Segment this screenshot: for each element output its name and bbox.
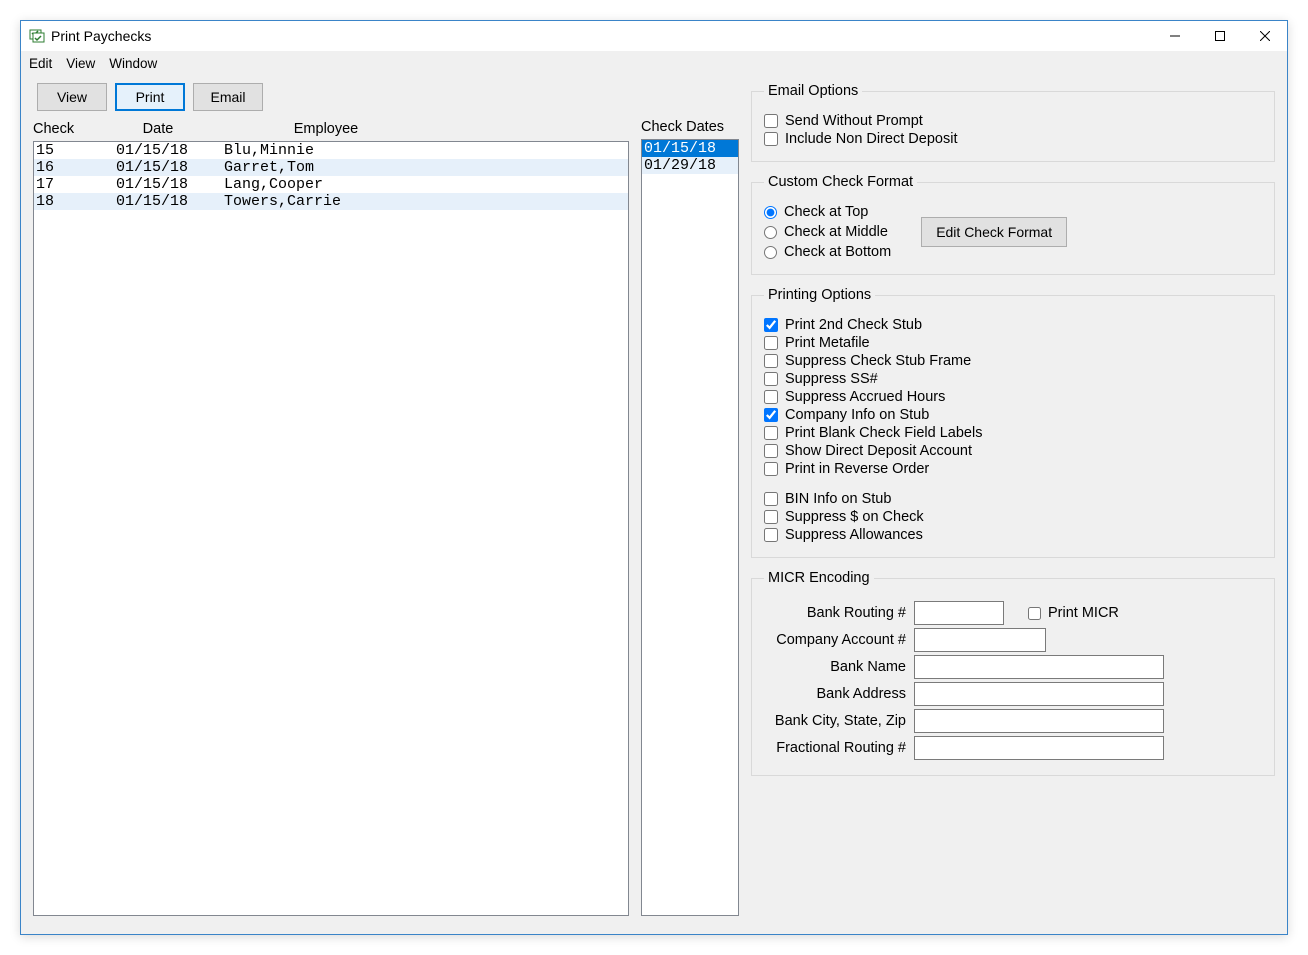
suppress-allowances-label: Suppress Allowances — [785, 527, 923, 543]
header-employee: Employee — [203, 121, 629, 137]
show-dd-account-label: Show Direct Deposit Account — [785, 443, 972, 459]
bin-info-checkbox[interactable] — [764, 492, 778, 506]
print-metafile-checkbox[interactable] — [764, 336, 778, 350]
close-button[interactable] — [1242, 21, 1287, 51]
list-item[interactable]: 01/29/18 — [642, 157, 738, 174]
check-at-bottom-radio[interactable] — [764, 246, 777, 259]
micr-encoding-group: MICR Encoding Bank Routing # Print MICR … — [751, 570, 1275, 776]
bank-name-label: Bank Name — [764, 659, 906, 675]
email-options-group: Email Options Send Without Prompt Includ… — [751, 83, 1275, 162]
bank-address-input[interactable] — [914, 682, 1164, 706]
table-row[interactable]: 1501/15/18 Blu,Minnie — [34, 142, 628, 159]
app-window: Print Paychecks Edit View Window View Pr… — [20, 20, 1288, 935]
menu-window[interactable]: Window — [109, 56, 157, 71]
send-without-prompt-label: Send Without Prompt — [785, 113, 923, 129]
bank-address-label: Bank Address — [764, 686, 906, 702]
print-2nd-stub-label: Print 2nd Check Stub — [785, 317, 922, 333]
check-listbox[interactable]: 1501/15/18 Blu,Minnie1601/15/18 Garret,T… — [33, 141, 629, 916]
app-icon — [29, 28, 45, 44]
company-account-input[interactable] — [914, 628, 1046, 652]
fractional-routing-input[interactable] — [914, 736, 1164, 760]
edit-check-format-button[interactable]: Edit Check Format — [921, 217, 1067, 247]
view-button[interactable]: View — [37, 83, 107, 111]
left-column: View Print Email Check Date Employee 150… — [33, 83, 629, 916]
check-list-header: Check Date Employee — [33, 121, 629, 137]
suppress-accrued-label: Suppress Accrued Hours — [785, 389, 945, 405]
suppress-frame-checkbox[interactable] — [764, 354, 778, 368]
window-controls — [1152, 21, 1287, 51]
print-micr-label: Print MICR — [1048, 605, 1119, 621]
print-button[interactable]: Print — [115, 83, 185, 111]
list-item[interactable]: 01/15/18 — [642, 140, 738, 157]
printing-options-group: Printing Options Print 2nd Check Stub Pr… — [751, 287, 1275, 558]
company-account-label: Company Account # — [764, 632, 906, 648]
window-title: Print Paychecks — [51, 28, 1152, 44]
bank-routing-label: Bank Routing # — [764, 605, 906, 621]
email-options-legend: Email Options — [764, 83, 862, 99]
middle-column: Check Dates 01/15/1801/29/18 — [641, 83, 739, 916]
include-non-dd-checkbox[interactable] — [764, 132, 778, 146]
suppress-allowances-checkbox[interactable] — [764, 528, 778, 542]
check-at-middle-radio[interactable] — [764, 226, 777, 239]
check-at-top-label: Check at Top — [784, 204, 868, 220]
bank-csz-label: Bank City, State, Zip — [764, 713, 906, 729]
print-metafile-label: Print Metafile — [785, 335, 870, 351]
table-row[interactable]: 1701/15/18 Lang,Cooper — [34, 176, 628, 193]
custom-check-format-group: Custom Check Format Check at Top Check a… — [751, 174, 1275, 275]
bin-info-label: BIN Info on Stub — [785, 491, 891, 507]
content-area: View Print Email Check Date Employee 150… — [21, 75, 1287, 934]
table-row[interactable]: 1601/15/18 Garret,Tom — [34, 159, 628, 176]
titlebar: Print Paychecks — [21, 21, 1287, 51]
suppress-dollar-checkbox[interactable] — [764, 510, 778, 524]
micr-encoding-legend: MICR Encoding — [764, 570, 874, 586]
minimize-button[interactable] — [1152, 21, 1197, 51]
print-micr-checkbox[interactable] — [1028, 607, 1041, 620]
reverse-order-checkbox[interactable] — [764, 462, 778, 476]
suppress-frame-label: Suppress Check Stub Frame — [785, 353, 971, 369]
custom-check-format-legend: Custom Check Format — [764, 174, 917, 190]
header-date: Date — [113, 121, 203, 137]
header-check: Check — [33, 121, 113, 137]
menu-edit[interactable]: Edit — [29, 56, 52, 71]
include-non-dd-label: Include Non Direct Deposit — [785, 131, 957, 147]
suppress-ss-checkbox[interactable] — [764, 372, 778, 386]
check-at-top-radio[interactable] — [764, 206, 777, 219]
suppress-accrued-checkbox[interactable] — [764, 390, 778, 404]
blank-labels-checkbox[interactable] — [764, 426, 778, 440]
email-button[interactable]: Email — [193, 83, 263, 111]
table-row[interactable]: 1801/15/18 Towers,Carrie — [34, 193, 628, 210]
maximize-button[interactable] — [1197, 21, 1242, 51]
check-at-middle-label: Check at Middle — [784, 224, 888, 240]
suppress-ss-label: Suppress SS# — [785, 371, 878, 387]
show-dd-account-checkbox[interactable] — [764, 444, 778, 458]
bank-routing-input[interactable] — [914, 601, 1004, 625]
menubar: Edit View Window — [21, 51, 1287, 75]
printing-options-legend: Printing Options — [764, 287, 875, 303]
reverse-order-label: Print in Reverse Order — [785, 461, 929, 477]
right-column: Email Options Send Without Prompt Includ… — [751, 83, 1275, 916]
suppress-dollar-label: Suppress $ on Check — [785, 509, 924, 525]
check-at-bottom-label: Check at Bottom — [784, 244, 891, 260]
company-info-label: Company Info on Stub — [785, 407, 929, 423]
menu-view[interactable]: View — [66, 56, 95, 71]
print-2nd-stub-checkbox[interactable] — [764, 318, 778, 332]
send-without-prompt-checkbox[interactable] — [764, 114, 778, 128]
check-dates-header: Check Dates — [641, 119, 739, 135]
company-info-checkbox[interactable] — [764, 408, 778, 422]
blank-labels-label: Print Blank Check Field Labels — [785, 425, 982, 441]
check-dates-listbox[interactable]: 01/15/1801/29/18 — [641, 139, 739, 916]
fractional-routing-label: Fractional Routing # — [764, 740, 906, 756]
bank-name-input[interactable] — [914, 655, 1164, 679]
toolbar: View Print Email — [33, 83, 629, 111]
bank-csz-input[interactable] — [914, 709, 1164, 733]
